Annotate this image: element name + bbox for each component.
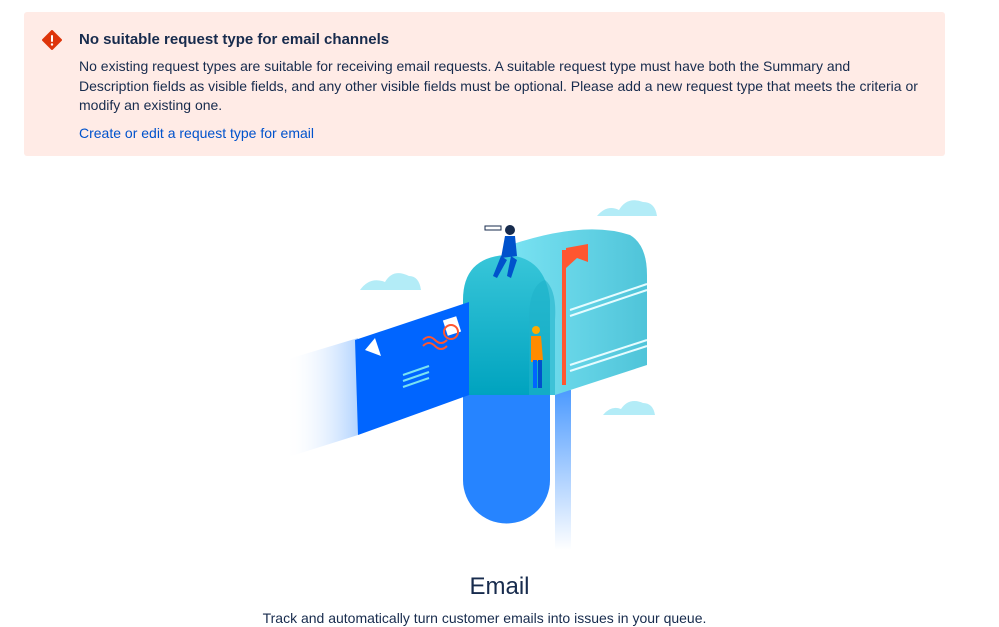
- email-channel-page: No suitable request type for email chann…: [0, 0, 999, 627]
- mailbox-illustration: [285, 200, 657, 550]
- error-banner: No suitable request type for email chann…: [24, 12, 945, 156]
- empty-state-description: Track and automatically turn customer em…: [262, 610, 707, 626]
- error-icon: [42, 30, 62, 50]
- banner-title: No suitable request type for email chann…: [79, 31, 390, 48]
- envelope-icon: [355, 302, 469, 435]
- banner-message: No existing request types are suitable f…: [79, 58, 918, 113]
- create-request-type-link[interactable]: Create or edit a request type for email: [79, 123, 314, 143]
- empty-state-title: Email: [469, 573, 530, 600]
